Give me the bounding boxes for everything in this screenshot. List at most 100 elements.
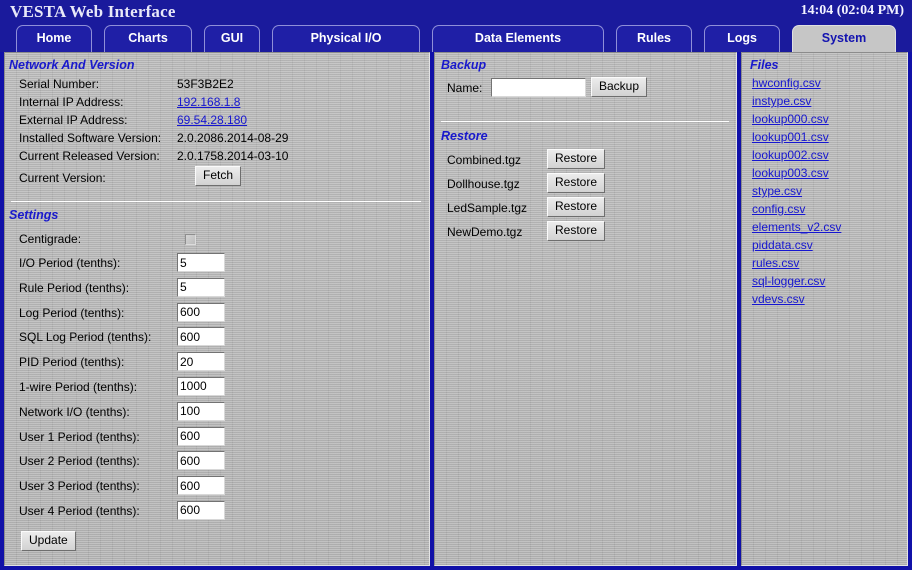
tab-system[interactable]: System — [792, 25, 896, 53]
setting-label: Log Period (tenths): — [19, 305, 125, 320]
file-link[interactable]: hwconfig.csv — [752, 76, 902, 94]
network-row-label: External IP Address: — [19, 113, 128, 127]
setting-label: Rule Period (tenths): — [19, 280, 130, 295]
centigrade-label: Centigrade: — [19, 232, 82, 246]
content-area: Network And Version Serial Number: 53F3B2… — [4, 52, 908, 566]
page-title: VESTA Web Interface — [10, 2, 176, 21]
setting-input[interactable] — [177, 426, 225, 446]
file-link[interactable]: sql-logger.csv — [752, 274, 902, 292]
settings-field-rows: I/O Period (tenths): Rule Period (tenths)… — [5, 252, 425, 525]
file-link[interactable]: config.csv — [752, 202, 902, 220]
setting-row: User 4 Period (tenths): — [5, 500, 425, 525]
file-link[interactable]: lookup000.csv — [752, 112, 902, 130]
network-row-value: 53F3B2E2 — [177, 77, 234, 91]
restore-file-name: Combined.tgz — [447, 153, 522, 167]
setting-label: User 3 Period (tenths): — [19, 479, 140, 494]
file-link[interactable]: piddata.csv — [752, 238, 902, 256]
setting-input[interactable] — [177, 376, 225, 396]
file-link[interactable]: elements_v2.csv — [752, 220, 902, 238]
file-link[interactable]: rules.csv — [752, 256, 902, 274]
restore-divider — [441, 121, 729, 122]
setting-row: Network I/O (tenths): — [5, 401, 425, 426]
panel-files: Files hwconfig.csv instype.csv lookup000.c… — [741, 52, 908, 566]
app-header: VESTA Web Interface 14:04 (02:04 PM) — [0, 0, 912, 22]
clock-display: 14:04 (02:04 PM) — [800, 3, 904, 18]
network-row-link[interactable]: 69.54.28.180 — [177, 113, 247, 127]
setting-label: Network I/O (tenths): — [19, 404, 130, 419]
setting-input[interactable] — [177, 277, 225, 297]
file-link[interactable]: instype.csv — [752, 94, 902, 112]
setting-row: User 2 Period (tenths): — [5, 450, 425, 475]
restore-title: Restore — [441, 129, 488, 143]
restore-button[interactable]: Restore — [547, 149, 606, 169]
network-row-label: Internal IP Address: — [19, 95, 124, 109]
setting-label: PID Period (tenths): — [19, 355, 125, 370]
file-link[interactable]: stype.csv — [752, 184, 902, 202]
backup-title: Backup — [441, 58, 487, 72]
network-row: External IP Address: 69.54.28.180 — [5, 113, 425, 131]
network-version-title: Network And Version — [9, 58, 135, 72]
setting-row: I/O Period (tenths): — [5, 252, 425, 277]
restore-button[interactable]: Restore — [547, 221, 606, 241]
tab-rules[interactable]: Rules — [616, 25, 692, 52]
network-row-label: Installed Software Version: — [19, 131, 162, 145]
panel-backup-restore: Backup Name: Backup Restore Combined.tgz… — [434, 52, 737, 566]
setting-row: Log Period (tenths): — [5, 302, 425, 327]
network-row: Installed Software Version: 2.0.2086.2014… — [5, 131, 425, 149]
tab-data-elements[interactable]: Data Elements — [432, 25, 604, 52]
files-title: Files — [750, 58, 779, 72]
network-row-value: 2.0.2086.2014-08-29 — [177, 131, 289, 145]
network-row-label: Serial Number: — [19, 77, 100, 91]
backup-name-input[interactable] — [491, 78, 586, 97]
file-link[interactable]: lookup003.csv — [752, 166, 902, 184]
setting-row: User 1 Period (tenths): — [5, 426, 425, 451]
backup-name-row: Name: Backup — [435, 77, 735, 101]
setting-row: PID Period (tenths): — [5, 351, 425, 376]
tab-charts[interactable]: Charts — [104, 25, 192, 52]
tab-gui[interactable]: GUI — [204, 25, 260, 52]
update-button[interactable]: Update — [21, 531, 76, 551]
fetch-button[interactable]: Fetch — [195, 166, 242, 186]
setting-row: User 3 Period (tenths): — [5, 475, 425, 500]
setting-input[interactable] — [177, 352, 225, 372]
backup-button[interactable]: Backup — [591, 77, 648, 97]
file-link[interactable]: vdevs.csv — [752, 292, 902, 310]
restore-row: Combined.tgz Restore — [435, 149, 735, 173]
setting-input[interactable] — [177, 253, 225, 272]
setting-label: User 1 Period (tenths): — [19, 429, 140, 444]
setting-input[interactable] — [177, 302, 225, 322]
setting-row: 1-wire Period (tenths): — [5, 376, 425, 401]
setting-label: SQL Log Period (tenths): — [19, 330, 152, 345]
setting-input[interactable] — [177, 327, 225, 347]
current-version-label: Current Version: — [19, 171, 106, 185]
tab-physical-i-o[interactable]: Physical I/O — [272, 25, 420, 52]
restore-button[interactable]: Restore — [547, 197, 606, 217]
network-row-label: Current Released Version: — [19, 149, 160, 163]
setting-input[interactable] — [177, 500, 225, 520]
files-list: hwconfig.csv instype.csv lookup000.csv look… — [742, 76, 902, 310]
restore-row: Dollhouse.tgz Restore — [435, 173, 735, 197]
setting-input[interactable] — [177, 401, 225, 421]
file-link[interactable]: lookup001.csv — [752, 130, 902, 148]
settings-divider — [11, 201, 421, 202]
restore-button[interactable]: Restore — [547, 173, 606, 193]
network-row-link[interactable]: 192.168.1.8 — [177, 95, 240, 109]
network-row: Serial Number: 53F3B2E2 — [5, 77, 425, 95]
file-link[interactable]: lookup002.csv — [752, 148, 902, 166]
settings-title: Settings — [9, 208, 59, 222]
tab-home[interactable]: Home — [16, 25, 92, 52]
setting-label: User 2 Period (tenths): — [19, 454, 140, 469]
centigrade-row: Centigrade: — [5, 228, 425, 253]
panel-network-settings: Network And Version Serial Number: 53F3B2… — [4, 52, 430, 566]
centigrade-checkbox[interactable] — [185, 234, 196, 245]
restore-file-name: LedSample.tgz — [447, 201, 528, 215]
tab-logs[interactable]: Logs — [704, 25, 780, 52]
setting-label: I/O Period (tenths): — [19, 256, 121, 270]
setting-label: User 4 Period (tenths): — [19, 503, 140, 518]
setting-input[interactable] — [177, 476, 225, 496]
setting-input[interactable] — [177, 451, 225, 471]
network-row: Internal IP Address: 192.168.1.8 — [5, 95, 425, 113]
network-row-value: 2.0.1758.2014-03-10 — [177, 149, 289, 163]
restore-file-name: Dollhouse.tgz — [447, 177, 520, 191]
network-version-rows: Serial Number: 53F3B2E2 Internal IP Addres… — [5, 77, 425, 167]
